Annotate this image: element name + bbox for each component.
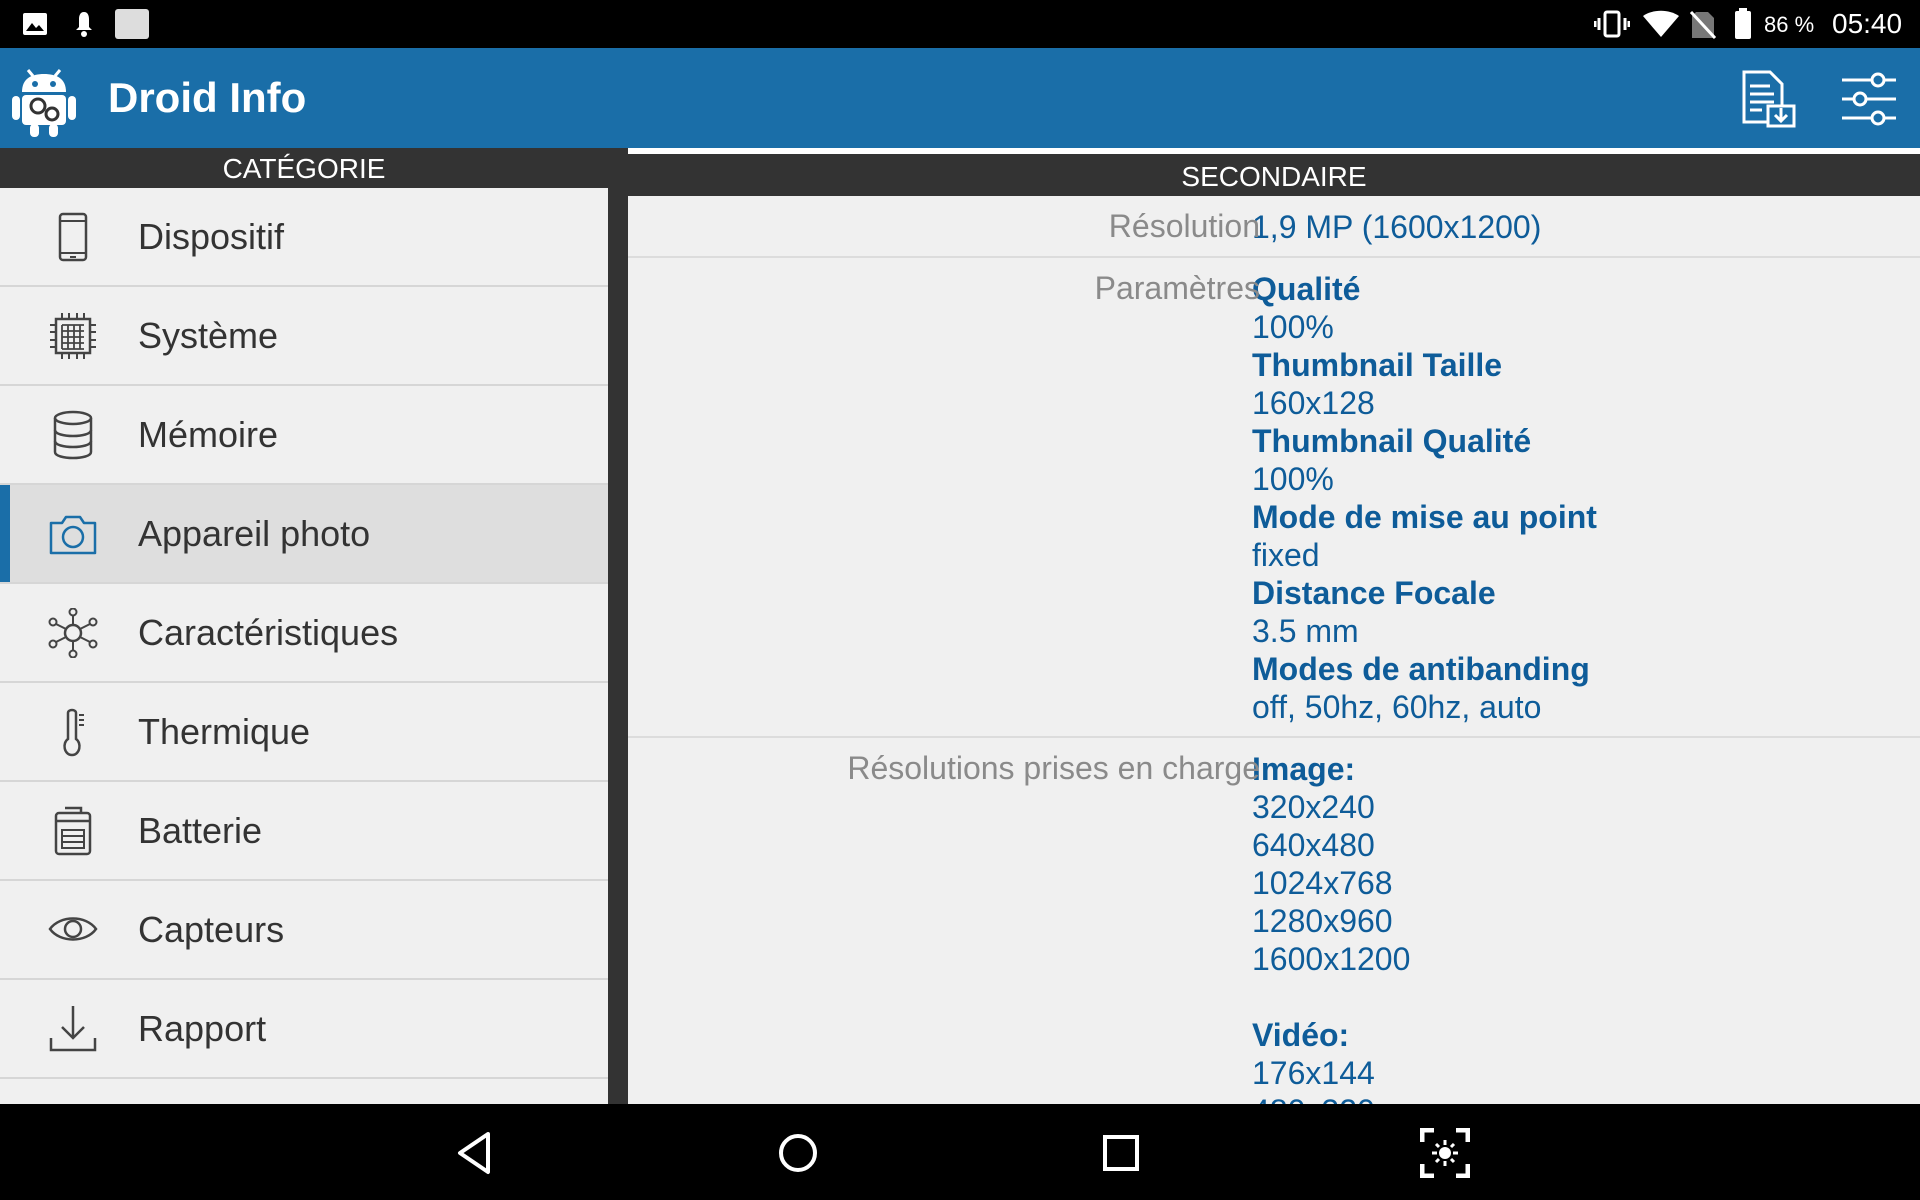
clock: 05:40 bbox=[1832, 8, 1903, 39]
thermometer-icon bbox=[63, 708, 84, 757]
info-value: 1,9 MP (1600x1200) bbox=[1252, 209, 1542, 245]
chip-icon bbox=[50, 313, 96, 359]
camera-icon bbox=[49, 515, 97, 555]
export-report-icon[interactable] bbox=[1740, 70, 1798, 128]
info-row-resolutions: Résolutions prises en charge Image: 320x… bbox=[628, 738, 1920, 1104]
battery-percent: 86 % bbox=[1764, 12, 1815, 37]
category-item-rapport[interactable]: Rapport bbox=[0, 980, 608, 1079]
settings-sliders-icon[interactable] bbox=[1840, 70, 1898, 128]
download-icon bbox=[49, 1006, 97, 1052]
resolution-value: 1280x960 bbox=[1252, 903, 1393, 939]
category-label: Capteurs bbox=[138, 909, 285, 950]
resolution-value: 320x240 bbox=[1252, 789, 1375, 825]
param-value: 100% bbox=[1252, 461, 1334, 497]
category-label: Thermique bbox=[138, 711, 311, 752]
category-item-appareil-photo[interactable]: Appareil photo bbox=[0, 485, 608, 584]
category-panel: CATÉGORIE Dispositif Système Mémoire App… bbox=[0, 148, 608, 1104]
recents-icon[interactable] bbox=[1096, 1128, 1146, 1178]
battery-icon bbox=[1735, 8, 1751, 39]
info-row-resolution: Résolution 1,9 MP (1600x1200) bbox=[628, 196, 1920, 258]
info-label: Résolutions prises en charge bbox=[847, 750, 1260, 786]
battery-icon bbox=[54, 806, 92, 856]
param-value: 160x128 bbox=[1252, 385, 1375, 421]
panel-divider bbox=[608, 148, 628, 1104]
category-item-caracteristiques[interactable]: Caractéristiques bbox=[0, 584, 608, 683]
navigation-bar bbox=[0, 1104, 1920, 1200]
status-bar: 86 % 05:40 bbox=[0, 0, 1920, 48]
param-value: 3.5 mm bbox=[1252, 613, 1359, 649]
param-key: Qualité bbox=[1252, 271, 1361, 307]
category-label: Batterie bbox=[138, 810, 263, 851]
details-panel[interactable]: SECONDAIRE Résolution 1,9 MP (1600x1200)… bbox=[628, 148, 1920, 1104]
resolution-value: 640x480 bbox=[1252, 827, 1375, 863]
category-item-batterie[interactable]: Batterie bbox=[0, 782, 608, 881]
category-item-dispositif[interactable]: Dispositif bbox=[0, 188, 608, 287]
app-icon bbox=[115, 9, 149, 39]
param-value: off, 50hz, 60hz, auto bbox=[1252, 689, 1542, 725]
back-icon[interactable] bbox=[450, 1128, 500, 1178]
android-logo-icon bbox=[12, 69, 76, 137]
info-label: Paramètres bbox=[1094, 270, 1260, 306]
category-label: Appareil photo bbox=[138, 513, 371, 554]
param-key: Mode de mise au point bbox=[1252, 499, 1597, 535]
category-item-memoire[interactable]: Mémoire bbox=[0, 386, 608, 485]
resolution-value: 176x144 bbox=[1252, 1055, 1375, 1091]
network-icon bbox=[48, 608, 98, 658]
param-key: Thumbnail Taille bbox=[1252, 347, 1503, 383]
category-label: Système bbox=[138, 315, 279, 356]
param-value: 100% bbox=[1252, 309, 1334, 345]
param-value: fixed bbox=[1252, 537, 1320, 573]
category-header: CATÉGORIE bbox=[0, 148, 608, 188]
resolution-group-key: Image: bbox=[1252, 751, 1356, 787]
category-item-systeme[interactable]: Système bbox=[0, 287, 608, 386]
info-value: Image: 320x240 640x480 1024x768 1280x960… bbox=[1252, 738, 1920, 1104]
section-header: SECONDAIRE bbox=[628, 154, 1920, 196]
eye-icon bbox=[48, 917, 98, 941]
database-icon bbox=[53, 410, 93, 460]
info-value: Qualité 100% Thumbnail Taille 160x128 Th… bbox=[1252, 258, 1920, 726]
category-label: Dispositif bbox=[138, 216, 285, 257]
category-item-thermique[interactable]: Thermique bbox=[0, 683, 608, 782]
phone-icon bbox=[58, 212, 88, 262]
resolution-value: 1024x768 bbox=[1252, 865, 1393, 901]
wifi-icon bbox=[1643, 10, 1679, 37]
resolution-value: 1600x1200 bbox=[1252, 941, 1411, 977]
category-label: Rapport bbox=[138, 1008, 267, 1049]
param-key: Distance Focale bbox=[1252, 575, 1496, 611]
category-label: Caractéristiques bbox=[138, 612, 399, 653]
vibrate-icon bbox=[1594, 10, 1630, 38]
info-label: Résolution bbox=[1108, 208, 1260, 244]
no-sim-icon bbox=[1690, 10, 1716, 40]
category-label: Mémoire bbox=[138, 414, 279, 455]
category-item-capteurs[interactable]: Capteurs bbox=[0, 881, 608, 980]
image-icon bbox=[23, 13, 47, 35]
app-title: Droid Info bbox=[108, 74, 307, 121]
info-row-parametres: Paramètres Qualité 100% Thumbnail Taille… bbox=[628, 258, 1920, 738]
resolution-value: 480x320 bbox=[1252, 1092, 1920, 1104]
screenshot-icon[interactable] bbox=[1420, 1128, 1470, 1178]
app-bar: Droid Info bbox=[0, 48, 1920, 148]
param-key: Modes de antibanding bbox=[1252, 651, 1590, 687]
param-key: Thumbnail Qualité bbox=[1252, 423, 1532, 459]
resolution-group-key: Vidéo: bbox=[1252, 1017, 1350, 1053]
notification-icon bbox=[76, 12, 92, 37]
home-icon[interactable] bbox=[773, 1128, 823, 1178]
